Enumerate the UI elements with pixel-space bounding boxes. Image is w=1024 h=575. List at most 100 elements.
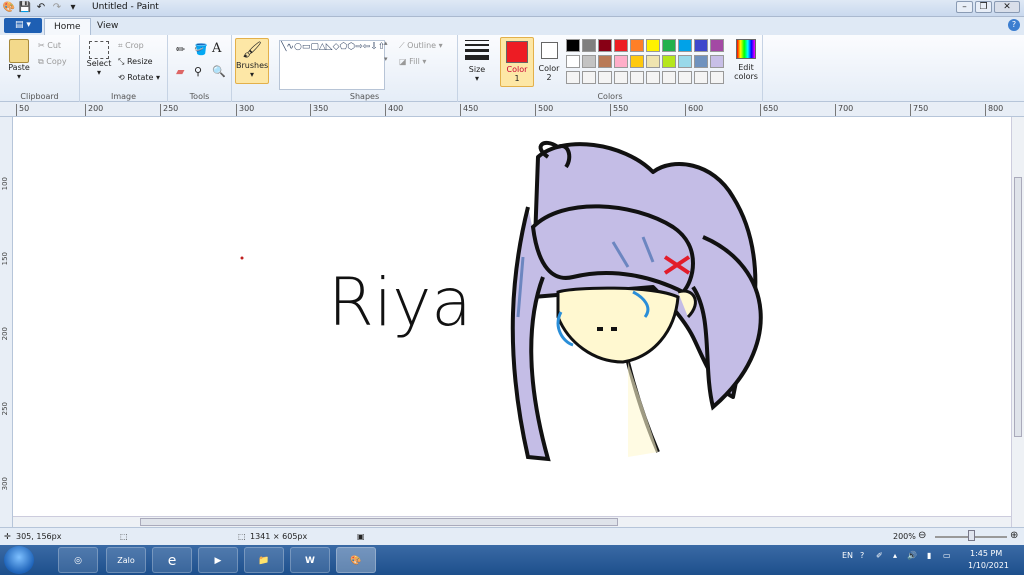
pen-tray-icon[interactable]: ✐ [876, 551, 883, 560]
color-picker-icon[interactable]: ⚲ [194, 65, 202, 78]
palette-empty-swatch[interactable] [710, 71, 724, 84]
crop-button[interactable]: ⌗ Crop [118, 41, 144, 51]
palette-swatch[interactable] [566, 39, 580, 52]
ie-taskbar-icon[interactable]: e [152, 547, 192, 573]
minimize-button[interactable]: – [956, 1, 973, 13]
volume-icon[interactable]: 🔊 [907, 551, 917, 560]
palette-swatch[interactable] [630, 55, 644, 68]
chrome-taskbar-icon[interactable]: ◎ [58, 547, 98, 573]
palette-empty-swatch[interactable] [662, 71, 676, 84]
battery-icon[interactable]: ▭ [943, 551, 951, 560]
anime-girl-drawing [510, 140, 763, 462]
close-button[interactable]: ✕ [994, 1, 1020, 13]
palette-swatch[interactable] [646, 39, 660, 52]
help-tray-icon[interactable]: ? [860, 551, 864, 560]
restore-button[interactable]: ❐ [975, 1, 992, 13]
text-tool-icon[interactable]: A [212, 41, 221, 56]
palette-empty-swatch[interactable] [566, 71, 580, 84]
pencil-icon[interactable]: ✏ [176, 43, 185, 56]
shapes-group: ╲∿○▭▢△◺◇⬠⬡⇨⇦⇩⇧✦☆✡▭◯▭ ▴ ▾ ⟋ Outline ▾ ◪ F… [272, 35, 458, 102]
word-taskbar-icon[interactable]: W [290, 547, 330, 573]
palette-swatch[interactable] [710, 39, 724, 52]
palette-swatch[interactable] [678, 55, 692, 68]
palette-swatch[interactable] [614, 39, 628, 52]
redo-icon[interactable]: ↷ [50, 1, 64, 15]
clock-date[interactable]: 1/10/2021 [968, 561, 1009, 570]
file-menu-button[interactable]: ▤ ▾ [4, 18, 42, 33]
palette-swatch[interactable] [646, 55, 660, 68]
colors-group-label: Colors [597, 92, 623, 101]
select-button[interactable]: Select ▾ [86, 41, 112, 77]
outline-button[interactable]: ⟋ Outline ▾ [399, 41, 443, 51]
tab-view[interactable]: View [88, 18, 127, 35]
brushes-button[interactable]: 🖌 Brushes ▾ [235, 38, 269, 84]
zoom-slider-thumb[interactable] [968, 530, 975, 541]
palette-empty-swatch[interactable] [646, 71, 660, 84]
palette-swatch[interactable] [582, 55, 596, 68]
palette-swatch[interactable] [694, 39, 708, 52]
palette-swatch[interactable] [678, 39, 692, 52]
palette-empty-swatch[interactable] [582, 71, 596, 84]
palette-swatch[interactable] [662, 55, 676, 68]
paint-taskbar-icon[interactable]: 🎨 [336, 547, 376, 573]
tab-home[interactable]: Home [44, 18, 91, 35]
network-icon[interactable]: ▮ [927, 551, 931, 560]
edit-colors-button[interactable]: Edit colors [732, 39, 760, 81]
horizontal-scrollbar[interactable] [13, 516, 1011, 527]
language-indicator[interactable]: EN [842, 551, 853, 560]
show-hidden-icons[interactable]: ▴ [893, 551, 897, 560]
palette-empty-swatch[interactable] [694, 71, 708, 84]
paste-button[interactable]: Paste ▾ [4, 39, 34, 81]
palette-swatch[interactable] [630, 39, 644, 52]
red-dot [240, 256, 244, 260]
palette-swatch[interactable] [598, 55, 612, 68]
save-icon[interactable]: 💾 [18, 1, 32, 15]
resize-button[interactable]: ⤡ Resize [118, 57, 153, 67]
shapes-scroll-up-icon[interactable]: ▴ [384, 39, 388, 47]
start-button[interactable] [4, 546, 34, 574]
drawing-canvas[interactable]: Riya [13, 117, 1011, 516]
ruler-tick-label: 500 [535, 104, 553, 116]
copy-button[interactable]: ⧉ Copy [38, 57, 67, 67]
zoom-in-icon[interactable]: ⊕ [1010, 530, 1018, 541]
paint-app-icon[interactable]: 🎨 [2, 1, 16, 15]
cut-button[interactable]: ✂ Cut [38, 41, 61, 50]
window-title: Untitled - Paint [92, 2, 159, 12]
eraser-icon[interactable]: ▰ [176, 65, 184, 78]
qat-dropdown-icon[interactable]: ▾ [66, 1, 80, 15]
help-icon[interactable]: ? [1008, 19, 1020, 31]
vertical-scrollbar[interactable] [1011, 117, 1024, 527]
zalo-taskbar-icon[interactable]: Zalo [106, 547, 146, 573]
palette-swatch[interactable] [694, 55, 708, 68]
palette-empty-swatch[interactable] [630, 71, 644, 84]
fill-button[interactable]: ◪ Fill ▾ [399, 57, 426, 66]
cursor-position: 305, 156px [16, 532, 62, 541]
explorer-taskbar-icon[interactable]: 📁 [244, 547, 284, 573]
palette-swatch[interactable] [566, 55, 580, 68]
palette-swatch[interactable] [710, 55, 724, 68]
palette-swatch[interactable] [662, 39, 676, 52]
ruler-tick-label: 350 [310, 104, 328, 116]
ruler-tick-label: 150 [1, 252, 9, 266]
palette-swatch[interactable] [598, 39, 612, 52]
magnifier-icon[interactable]: 🔍 [212, 65, 226, 78]
quick-access-toolbar: 🎨 💾 ↶ ↷ ▾ [2, 1, 80, 15]
horizontal-scroll-thumb[interactable] [140, 518, 618, 526]
media-player-taskbar-icon[interactable]: ▶ [198, 547, 238, 573]
vertical-scroll-thumb[interactable] [1014, 177, 1022, 437]
palette-swatch[interactable] [582, 39, 596, 52]
clock-time[interactable]: 1:45 PM [970, 549, 1002, 558]
palette-empty-swatch[interactable] [614, 71, 628, 84]
palette-empty-swatch[interactable] [598, 71, 612, 84]
rotate-button[interactable]: ⟲ Rotate ▾ [118, 73, 160, 82]
shapes-gallery[interactable]: ╲∿○▭▢△◺◇⬠⬡⇨⇦⇩⇧✦☆✡▭◯▭ [279, 40, 385, 90]
undo-icon[interactable]: ↶ [34, 1, 48, 15]
palette-swatch[interactable] [614, 55, 628, 68]
fill-bucket-icon[interactable]: 🪣 [194, 43, 208, 56]
ruler-tick-label: 600 [685, 104, 703, 116]
zoom-out-icon[interactable]: ⊖ [918, 530, 926, 541]
ribbon-tabs: ▤ ▾ Home View ? [0, 17, 1024, 35]
palette-empty-swatch[interactable] [678, 71, 692, 84]
shapes-scroll-down-icon[interactable]: ▾ [384, 55, 388, 63]
selection-size-icon: ⬚ [120, 532, 128, 541]
